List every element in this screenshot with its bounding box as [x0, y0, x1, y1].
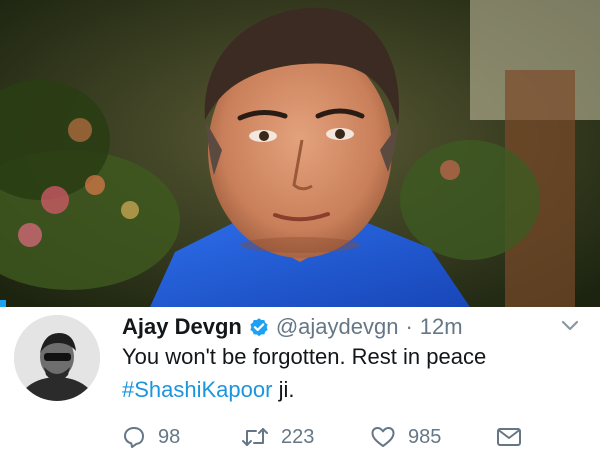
reply-button[interactable]: 98 [122, 424, 180, 450]
separator-dot: · [405, 314, 413, 339]
retweet-count: 223 [281, 425, 315, 448]
photo-edge-accent [0, 300, 6, 307]
hashtag-link[interactable]: #ShashiKapoor [122, 377, 272, 402]
avatar-image [14, 315, 100, 401]
retweet-icon [241, 425, 269, 449]
portrait-image [0, 0, 600, 307]
direct-message-button[interactable] [496, 424, 522, 450]
tweet-timestamp[interactable]: 12m [420, 314, 463, 340]
tweet-actions: 98 223 985 [0, 424, 600, 450]
tweet-photo[interactable] [0, 0, 600, 307]
chevron-down-icon[interactable] [561, 319, 579, 331]
author-display-name[interactable]: Ajay Devgn [122, 314, 242, 340]
avatar[interactable] [14, 315, 100, 401]
retweet-button[interactable]: 223 [241, 424, 314, 450]
envelope-icon [496, 426, 522, 448]
like-count: 985 [408, 425, 442, 448]
reply-icon [122, 425, 146, 449]
author-handle[interactable]: @ajaydevgn [276, 314, 399, 340]
verified-badge-icon [248, 316, 270, 338]
tweet-text-tail: ji. [272, 377, 295, 402]
tweet-text: You won't be forgotten. Rest in peace #S… [122, 340, 582, 406]
heart-icon [370, 425, 396, 449]
tweet-card: Ajay Devgn @ajaydevgn · 12m You won't be… [0, 307, 600, 450]
like-button[interactable]: 985 [370, 424, 441, 450]
reply-count: 98 [158, 425, 181, 448]
tweet-text-line1: You won't be forgotten. Rest in peace [122, 344, 487, 369]
